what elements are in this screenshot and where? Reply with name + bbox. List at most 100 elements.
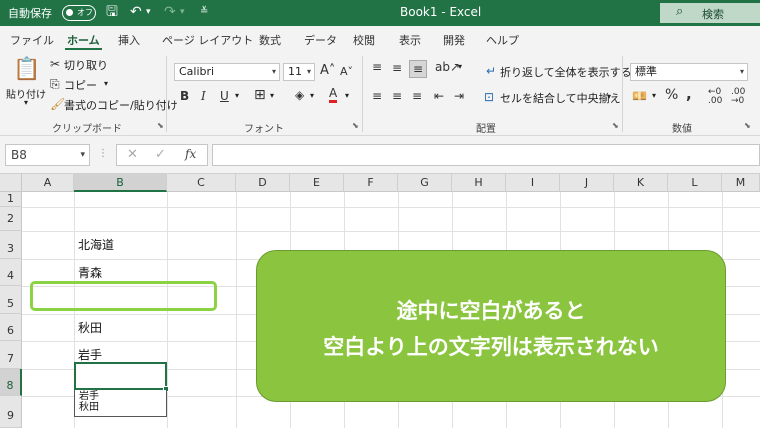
formula-input[interactable] xyxy=(212,144,760,166)
row-header-5[interactable]: 5 xyxy=(0,286,22,314)
insert-function-icon[interactable]: fx xyxy=(185,147,196,161)
comma-style-icon[interactable]: , xyxy=(686,87,692,102)
align-bottom-icon[interactable]: ≡ xyxy=(409,60,428,78)
wrap-text-icon[interactable]: ↵ xyxy=(486,64,496,78)
row-header-2[interactable]: 2 xyxy=(0,207,22,231)
column-header-g[interactable]: G xyxy=(398,174,452,192)
cell-b4[interactable]: 青森 xyxy=(78,264,102,281)
column-header-k[interactable]: K xyxy=(614,174,668,192)
row-header-1[interactable]: 1 xyxy=(0,192,22,207)
cut-icon[interactable]: ✂ xyxy=(50,57,60,71)
row-header-7[interactable]: 7 xyxy=(0,341,22,369)
cell-b7[interactable]: 岩手 xyxy=(78,346,102,363)
column-header-e[interactable]: E xyxy=(290,174,344,192)
column-header-j[interactable]: J xyxy=(560,174,614,192)
tab-data[interactable]: データ xyxy=(304,32,337,48)
align-left-icon[interactable]: ≡ xyxy=(372,89,382,103)
tab-review[interactable]: 校閲 xyxy=(353,32,375,48)
column-header-d[interactable]: D xyxy=(236,174,290,192)
row-header-3[interactable]: 3 xyxy=(0,231,22,259)
borders-dropdown-icon[interactable]: ▾ xyxy=(270,91,274,100)
copy-dropdown-icon[interactable]: ▾ xyxy=(104,79,108,88)
column-header-a[interactable]: A xyxy=(22,174,74,192)
percent-icon[interactable]: % xyxy=(665,88,678,102)
align-center-icon[interactable]: ≡ xyxy=(392,89,402,103)
column-header-m[interactable]: M xyxy=(722,174,760,192)
autosave-toggle[interactable]: オフ xyxy=(62,5,96,21)
cell-b6[interactable]: 秋田 xyxy=(78,319,102,336)
wrap-text-button[interactable]: 折り返して全体を表示する xyxy=(500,64,632,80)
redo-dropdown-icon[interactable]: ▾ xyxy=(180,3,185,21)
name-box[interactable]: B8 ▾ xyxy=(5,144,90,166)
copy-button[interactable]: コピー xyxy=(64,77,97,93)
orientation-dropdown-icon[interactable]: ▾ xyxy=(458,62,462,71)
merge-center-button[interactable]: セルを結合して中央揃え xyxy=(500,90,621,106)
save-icon[interactable]: 🖫 xyxy=(106,3,118,21)
merge-dropdown-icon[interactable]: ▾ xyxy=(607,92,611,101)
orientation-icon[interactable]: ab↗ xyxy=(435,60,460,74)
cut-button[interactable]: 切り取り xyxy=(64,57,108,73)
undo-icon[interactable]: ↶ xyxy=(130,3,142,21)
decrease-indent-icon[interactable]: ⇤ xyxy=(434,89,444,103)
tab-developer[interactable]: 開発 xyxy=(443,32,465,48)
row-header-6[interactable]: 6 xyxy=(0,314,22,341)
tab-file[interactable]: ファイル xyxy=(10,32,54,48)
fill-color-icon[interactable]: ◈ xyxy=(295,88,304,102)
increase-indent-icon[interactable]: ⇥ xyxy=(454,89,464,103)
column-header-c[interactable]: C xyxy=(167,174,236,192)
font-size-select[interactable]: 11 ▾ xyxy=(283,63,315,81)
pick-from-list-dropdown[interactable]: 岩手 秋田 xyxy=(74,390,167,417)
list-item[interactable]: 秋田 xyxy=(79,402,99,413)
font-launcher-icon[interactable]: ⬊ xyxy=(352,121,359,130)
list-item[interactable]: 岩手 xyxy=(79,391,99,402)
increase-decimal-icon[interactable]: ←0.00 xyxy=(708,88,722,106)
tab-page-layout[interactable]: ページ レイアウト xyxy=(162,32,253,48)
redo-icon[interactable]: ↷ xyxy=(164,3,176,21)
currency-dropdown-icon[interactable]: ▾ xyxy=(652,91,656,100)
decrease-font-icon[interactable]: A˅ xyxy=(340,65,353,79)
row-header-8[interactable]: 8 xyxy=(0,369,22,396)
font-color-icon[interactable]: A xyxy=(329,87,338,103)
row-header-4[interactable]: 4 xyxy=(0,259,22,286)
borders-icon[interactable]: ⊞ xyxy=(254,88,266,102)
tab-help[interactable]: ヘルプ xyxy=(486,32,519,48)
decrease-decimal-icon[interactable]: .00 →0 xyxy=(731,88,745,106)
clipboard-launcher-icon[interactable]: ⬊ xyxy=(157,121,164,130)
column-header-h[interactable]: H xyxy=(452,174,506,192)
search-box[interactable]: ⌕ 検索 xyxy=(660,3,760,23)
format-painter-icon[interactable]: 🖌 xyxy=(50,97,65,111)
align-right-icon[interactable]: ≡ xyxy=(412,89,422,103)
format-painter-button[interactable]: 書式のコピー/貼り付け xyxy=(64,97,178,113)
row-header-9[interactable]: 9 xyxy=(0,396,22,428)
column-header-i[interactable]: I xyxy=(506,174,560,192)
align-top-icon[interactable]: ≡ xyxy=(372,60,382,74)
merge-center-icon[interactable]: ⊡ xyxy=(484,90,494,104)
column-header-f[interactable]: F xyxy=(344,174,398,192)
number-launcher-icon[interactable]: ⬊ xyxy=(744,121,751,130)
tab-insert[interactable]: 挿入 xyxy=(118,32,140,48)
align-middle-icon[interactable]: ≡ xyxy=(392,61,402,75)
tab-formulas[interactable]: 数式 xyxy=(259,32,281,48)
cell-b3[interactable]: 北海道 xyxy=(78,236,114,253)
underline-dropdown-icon[interactable]: ▾ xyxy=(235,91,239,100)
alignment-launcher-icon[interactable]: ⬊ xyxy=(612,121,619,130)
currency-icon[interactable]: 💴 xyxy=(632,89,647,103)
column-header-l[interactable]: L xyxy=(668,174,722,192)
cancel-icon[interactable]: ✕ xyxy=(127,147,138,162)
number-format-select[interactable]: 標準 ▾ xyxy=(630,63,748,81)
tab-view[interactable]: 表示 xyxy=(399,32,421,48)
undo-dropdown-icon[interactable]: ▾ xyxy=(146,3,151,21)
tab-home[interactable]: ホーム xyxy=(65,32,102,50)
italic-icon[interactable]: I xyxy=(201,89,206,103)
increase-font-icon[interactable]: A˄ xyxy=(320,64,335,78)
enter-icon[interactable]: ✓ xyxy=(155,147,166,162)
font-name-select[interactable]: Calibri ▾ xyxy=(174,63,280,81)
column-header-b[interactable]: B xyxy=(74,174,167,192)
underline-icon[interactable]: U xyxy=(220,89,229,103)
paste-dropdown-icon[interactable]: ▾ xyxy=(24,98,28,107)
active-cell-b8[interactable] xyxy=(74,362,169,392)
copy-icon[interactable]: ⎘ xyxy=(50,77,60,91)
fill-dropdown-icon[interactable]: ▾ xyxy=(310,91,314,100)
paste-icon[interactable]: 📋 xyxy=(13,58,40,82)
formula-bar-grip-icon[interactable]: ⋮ xyxy=(98,148,108,159)
